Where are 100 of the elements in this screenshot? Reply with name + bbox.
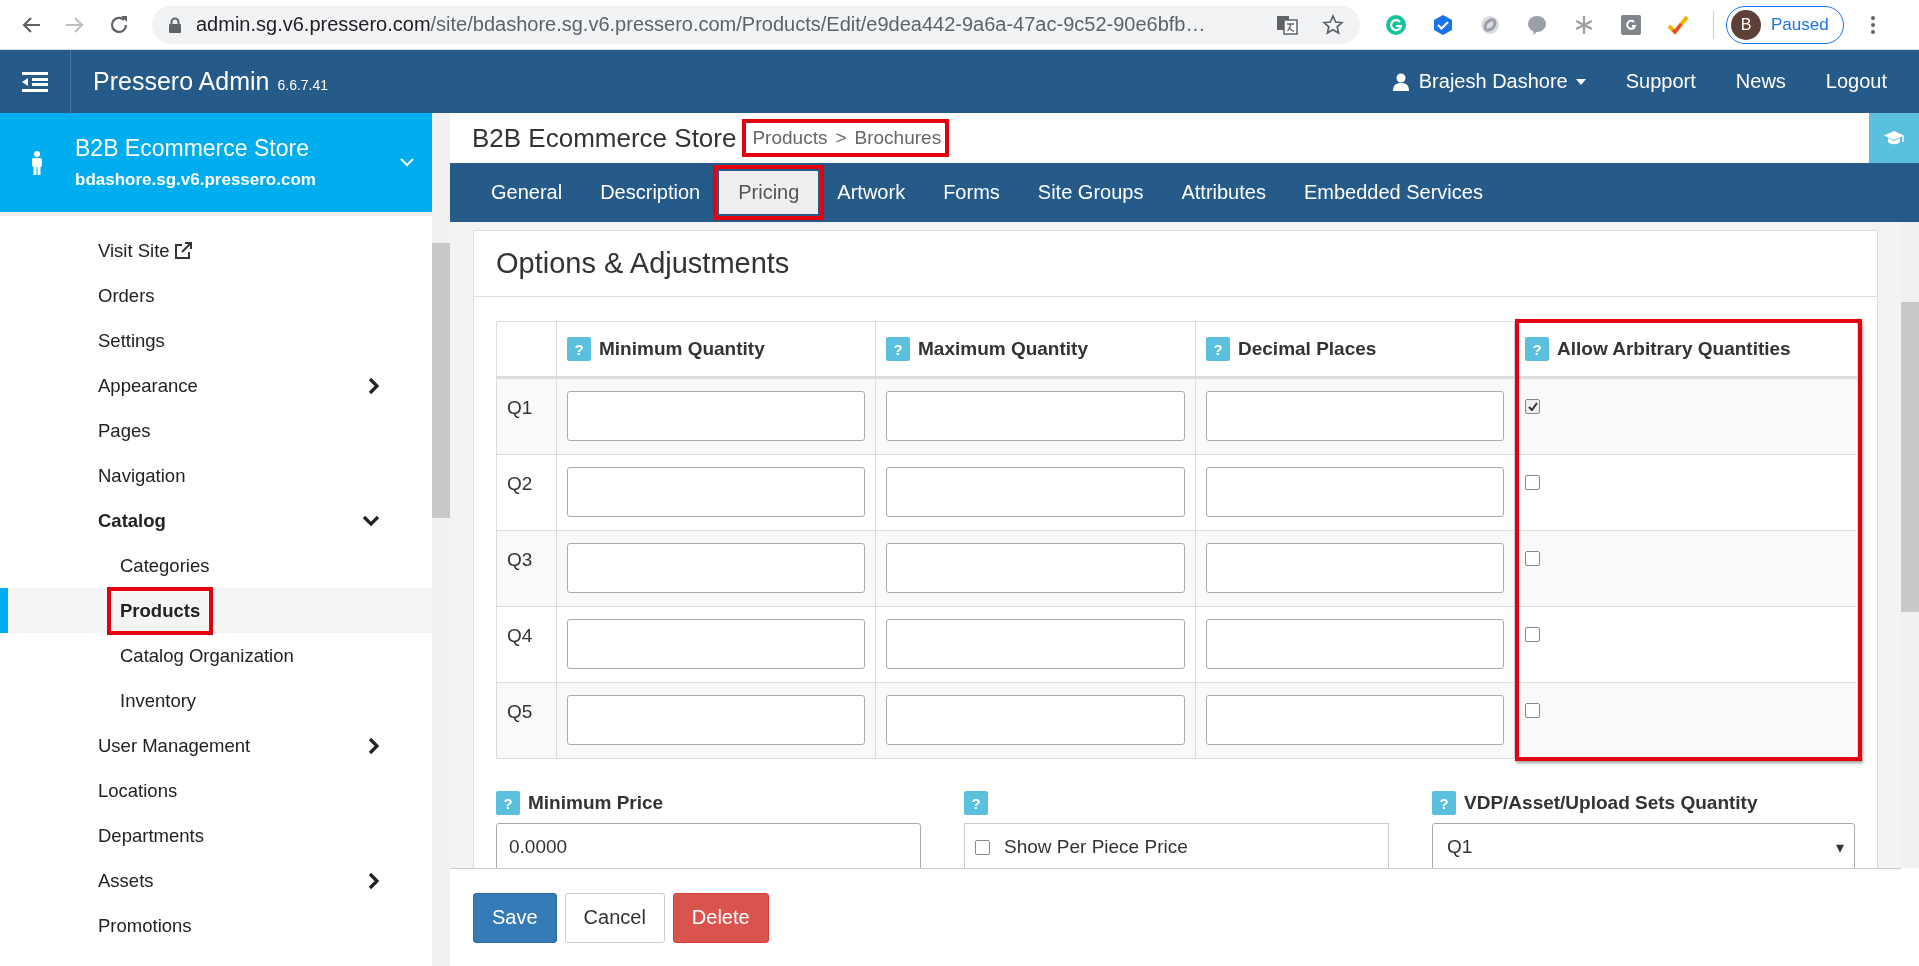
- extension-icon[interactable]: [1573, 13, 1595, 36]
- chevron-down-icon: [362, 514, 380, 527]
- column-header: Allow Arbitrary Quantities: [1557, 338, 1791, 360]
- header-link[interactable]: News: [1735, 70, 1786, 93]
- header-link[interactable]: Support: [1625, 70, 1696, 93]
- input-field[interactable]: [1206, 391, 1504, 441]
- field-label: Minimum Price: [528, 792, 664, 814]
- input-field[interactable]: [1206, 467, 1504, 517]
- checkmark-icon: [1527, 402, 1538, 411]
- url-text: admin.sg.v6.pressero.com/site/bdashore.sg.v6.pressero.com/Products/Edit/e9dea442-9a6a-47ac-9c52-90e6bfb…: [196, 13, 1206, 36]
- input-field[interactable]: [567, 467, 865, 517]
- input-field[interactable]: [567, 695, 865, 745]
- store-name: B2B Ecommerce Store: [75, 135, 310, 162]
- user-menu[interactable]: Brajesh Dashore: [1392, 70, 1586, 93]
- menu-icon[interactable]: [22, 71, 48, 92]
- input-field[interactable]: [567, 543, 865, 593]
- input-field[interactable]: [886, 619, 1185, 669]
- sidebar-item[interactable]: Promotions: [0, 903, 432, 948]
- tab[interactable]: General: [472, 171, 582, 214]
- sidebar-item[interactable]: Visit Site: [0, 228, 432, 273]
- external-link-icon: [173, 241, 192, 260]
- input-field[interactable]: [886, 467, 1185, 517]
- checkbox[interactable]: [1525, 703, 1540, 718]
- chevron-right-icon: [368, 736, 380, 755]
- row-label: Q3: [497, 530, 557, 606]
- avatar: B: [1731, 9, 1761, 40]
- sidebar-item[interactable]: Departments: [0, 813, 432, 858]
- extension-icon[interactable]: [1526, 13, 1548, 36]
- checkbox[interactable]: [1525, 475, 1540, 490]
- sidebar-item[interactable]: Appearance: [0, 363, 432, 408]
- column-header: Maximum Quantity: [918, 338, 1088, 360]
- chevron-down-icon: [400, 158, 414, 167]
- field-label: VDP/Asset/Upload Sets Quantity: [1464, 792, 1758, 814]
- profile-button[interactable]: B Paused: [1726, 5, 1844, 44]
- caret-icon: ▾: [1836, 837, 1844, 857]
- input-field[interactable]: [567, 619, 865, 669]
- sidebar-item[interactable]: User Management: [0, 723, 432, 768]
- scrollbar-thumb[interactable]: [1901, 302, 1919, 612]
- extension-icon[interactable]: [1479, 13, 1501, 36]
- input-field[interactable]: [567, 391, 865, 441]
- breadcrumb-separator: >: [835, 127, 847, 149]
- row-label: Q1: [497, 378, 557, 454]
- input-field[interactable]: [886, 391, 1185, 441]
- breadcrumb-link[interactable]: Products: [752, 127, 828, 149]
- row-label: Q2: [497, 454, 557, 530]
- tab[interactable]: Site Groups: [1018, 171, 1163, 214]
- input-field[interactable]: [1206, 695, 1504, 745]
- sidebar-item[interactable]: Orders: [0, 273, 432, 318]
- tab[interactable]: Attributes: [1162, 171, 1285, 214]
- sidebar-item[interactable]: Pages: [0, 408, 432, 453]
- extension-icon[interactable]: [1667, 13, 1689, 36]
- input-field[interactable]: 0.0000: [496, 823, 921, 868]
- tab[interactable]: Artwork: [818, 171, 925, 214]
- input-field[interactable]: [886, 695, 1185, 745]
- save-button[interactable]: Save: [473, 892, 557, 943]
- tab[interactable]: Forms: [924, 171, 1019, 214]
- sidebar-item[interactable]: Locations: [0, 768, 432, 813]
- user-icon: [1392, 72, 1409, 91]
- header-link[interactable]: Logout: [1825, 70, 1887, 93]
- more-menu-icon[interactable]: [1869, 14, 1876, 35]
- star-icon[interactable]: [1322, 13, 1344, 36]
- checkbox[interactable]: [1525, 551, 1540, 566]
- sidebar-item[interactable]: Navigation: [0, 453, 432, 498]
- app-title: Pressero Admin: [93, 67, 270, 96]
- tab[interactable]: Description: [581, 171, 720, 214]
- scrollbar-thumb[interactable]: [432, 243, 450, 518]
- cancel-button[interactable]: Cancel: [564, 892, 665, 943]
- sidebar-item[interactable]: Settings: [0, 318, 432, 363]
- extension-icon[interactable]: [1620, 13, 1642, 36]
- address-bar[interactable]: admin.sg.v6.pressero.com/site/bdashore.sg.v6.pressero.com/Products/Edit/e9dea442-9a6a-47ac-9c52-90e6bfb…: [152, 5, 1360, 44]
- reload-icon[interactable]: [108, 13, 130, 36]
- extension-icon[interactable]: [1432, 13, 1454, 36]
- sidebar-item[interactable]: Catalog: [0, 498, 432, 543]
- chevron-right-icon: [368, 376, 380, 395]
- translate-icon[interactable]: [1276, 14, 1298, 35]
- input-field[interactable]: [886, 543, 1185, 593]
- chevron-right-icon: [368, 871, 380, 890]
- extension-icon[interactable]: [1385, 13, 1407, 36]
- lock-icon: [168, 16, 182, 33]
- breadcrumb-link[interactable]: Brochures: [854, 127, 942, 149]
- tab[interactable]: Embedded Services: [1284, 171, 1502, 214]
- version-label: 6.6.7.41: [277, 76, 329, 93]
- section-title: Options & Adjustments: [474, 231, 1877, 297]
- input-field[interactable]: [1206, 543, 1504, 593]
- column-header: Decimal Places: [1238, 338, 1377, 360]
- person-icon: [30, 150, 44, 175]
- row-label: Q4: [497, 606, 557, 682]
- delete-button[interactable]: Delete: [672, 892, 769, 943]
- sidebar-item[interactable]: Inventory: [0, 678, 432, 723]
- checkbox[interactable]: [1525, 399, 1540, 414]
- page-title: B2B Ecommerce Store: [472, 122, 737, 154]
- checkbox[interactable]: [975, 839, 990, 855]
- sidebar-item[interactable]: Products: [0, 588, 432, 633]
- input-field[interactable]: [1206, 619, 1504, 669]
- help-button[interactable]: [1869, 113, 1919, 163]
- sidebar-item[interactable]: Catalog Organization: [0, 633, 432, 678]
- sidebar-item[interactable]: Assets: [0, 858, 432, 903]
- checkbox[interactable]: [1525, 627, 1540, 642]
- row-label: Q5: [497, 682, 557, 758]
- sidebar-item[interactable]: Categories: [0, 543, 432, 588]
